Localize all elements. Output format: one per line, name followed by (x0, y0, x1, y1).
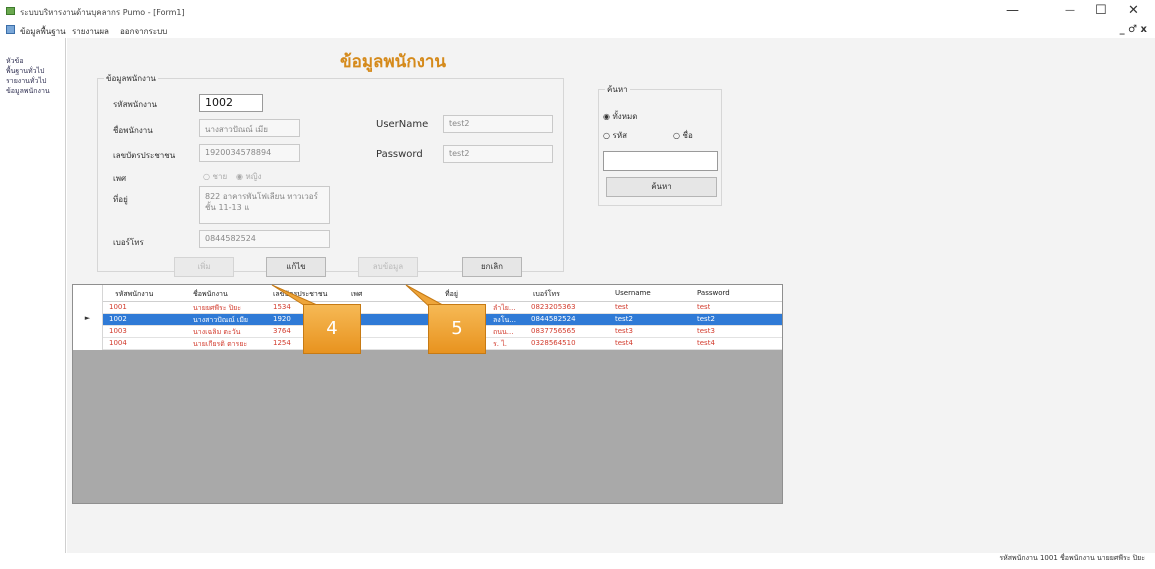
cell-name[interactable]: นายเกียรติ ตารยะ (193, 339, 263, 350)
cell-address[interactable]: ร. ไ. (493, 339, 529, 350)
col-header-phone[interactable]: เบอร์โทร (533, 289, 560, 300)
cell-username[interactable]: test3 (615, 327, 633, 335)
cell-address[interactable]: ลงโน... (493, 315, 529, 326)
gender-female-label: หญิง (245, 172, 262, 181)
cell-phone[interactable]: 0837756565 (531, 327, 576, 335)
app-icon (6, 7, 15, 15)
status-bar (0, 553, 1155, 569)
password-field[interactable]: test2 (443, 145, 553, 163)
search-id-label: รหัส (612, 131, 627, 140)
cell-citizen-id[interactable]: 1920 (273, 315, 303, 323)
cell-citizen-id[interactable]: 3764 (273, 327, 303, 335)
maximize-button[interactable]: ☐ (1095, 3, 1107, 18)
row-header[interactable] (73, 338, 103, 350)
emp-id-field[interactable]: 1002 (199, 94, 263, 112)
password-label: Password (376, 149, 423, 160)
cell-password[interactable]: test2 (697, 315, 715, 323)
cell-address[interactable]: ลำไย... (493, 303, 529, 314)
grid-corner (73, 285, 103, 302)
restore-icon[interactable]: — (1006, 3, 1019, 18)
col-header-username[interactable]: Username (615, 289, 651, 297)
employee-group-legend: ข้อมูลพนักงาน (106, 74, 156, 83)
minimize-button[interactable]: — (1065, 5, 1075, 16)
cell-emp-id[interactable]: 1001 (109, 303, 127, 311)
cancel-button[interactable]: ยกเลิก (462, 257, 522, 277)
cell-emp-id[interactable]: 1002 (109, 315, 127, 323)
name-field[interactable]: นางสาวปัณณ์ เมีย (199, 119, 300, 137)
cell-phone[interactable]: 0328564510 (531, 339, 576, 347)
menu-reports[interactable]: รายงานผล (72, 25, 109, 38)
employee-groupbox: ข้อมูลพนักงาน (97, 72, 564, 272)
cell-citizen-id[interactable]: 1254 (273, 339, 303, 347)
name-label: ชื่อพนักงาน (113, 126, 153, 135)
cell-emp-id[interactable]: 1003 (109, 327, 127, 335)
gender-label: เพศ (113, 174, 127, 183)
window-title: ระบบบริหารงานด้านบุคลากร Pumo - [Form1] (20, 8, 185, 17)
cell-address[interactable]: ถนน... (493, 327, 529, 338)
cell-name[interactable]: นางสาวปัณณ์ เมีย (193, 315, 263, 326)
cell-name[interactable]: นายยศพีระ ปิยะ (193, 303, 263, 314)
phone-field[interactable]: 0844582524 (199, 230, 330, 248)
row-header[interactable] (73, 302, 103, 314)
add-button[interactable]: เพิ่ม (174, 257, 234, 277)
address-label: ที่อยู่ (113, 195, 128, 204)
callout-5: 5 (428, 304, 486, 354)
search-name-label: ชื่อ (682, 131, 693, 140)
row-header-current[interactable]: ► (73, 314, 103, 326)
emp-id-label: รหัสพนักงาน (113, 100, 157, 109)
close-button[interactable]: ✕ (1128, 3, 1139, 18)
row-header[interactable] (73, 326, 103, 338)
col-header-password[interactable]: Password (697, 289, 730, 297)
address-field[interactable]: 822 อาคารพันโฟเลียน ทาวเวอร์ ชั้น 11-13 … (199, 186, 330, 224)
menu-basic-data[interactable]: ข้อมูลพื้นฐาน (20, 25, 66, 38)
search-id-radio[interactable]: ○ รหัส (603, 129, 627, 142)
cell-password[interactable]: test (697, 303, 710, 311)
form-title: ข้อมูลพนักงาน (340, 52, 447, 72)
mdi-child-icon (6, 25, 15, 34)
gender-male-label: ชาย (212, 172, 228, 181)
cell-username[interactable]: test (615, 303, 628, 311)
edit-button[interactable]: แก้ไข (266, 257, 326, 277)
left-panel: หัวข้อ พื้นฐานทั่วไป รายงานทั่วไป ข้อมูล… (0, 38, 66, 553)
search-input[interactable] (603, 151, 718, 171)
col-header-emp-id[interactable]: รหัสพนักงาน (115, 289, 153, 300)
title-bar: ระบบบริหารงานด้านบุคลากร Pumo - [Form1] … (0, 0, 1155, 22)
citizen-id-label: เลขบัตรประชาชน (113, 151, 176, 160)
cell-password[interactable]: test3 (697, 327, 715, 335)
menu-exit[interactable]: ออกจากระบบ (120, 25, 167, 38)
search-group-legend: ค้นหา (607, 85, 628, 94)
search-all-label: ทั้งหมด (612, 112, 638, 121)
search-name-radio[interactable]: ○ ชื่อ (673, 129, 693, 142)
cell-password[interactable]: test4 (697, 339, 715, 347)
cell-phone[interactable]: 0844582524 (531, 315, 576, 323)
col-header-gender[interactable]: เพศ (351, 289, 362, 300)
cell-username[interactable]: test4 (615, 339, 633, 347)
sidebar-item-employee[interactable]: ข้อมูลพนักงาน (6, 86, 50, 97)
status-text: รหัสพนักงาน 1001 ชื่อพนักงาน นายยศพีระ ป… (999, 554, 1145, 562)
gender-female-radio[interactable]: ◉ หญิง (236, 170, 262, 183)
cell-phone[interactable]: 0823205363 (531, 303, 576, 311)
mdi-window-controls[interactable]: _ ♂ x (1120, 24, 1147, 35)
username-field[interactable]: test2 (443, 115, 553, 133)
search-all-radio[interactable]: ◉ ทั้งหมด (603, 110, 637, 123)
delete-button[interactable]: ลบข้อมูล (358, 257, 418, 277)
cell-emp-id[interactable]: 1004 (109, 339, 127, 347)
cell-name[interactable]: นางเฉลิม ตะวัน (193, 327, 263, 338)
username-label: UserName (376, 119, 429, 130)
menu-bar: ข้อมูลพื้นฐาน รายงานผล ออกจากระบบ _ ♂ x (0, 22, 1155, 38)
cell-username[interactable]: test2 (615, 315, 633, 323)
col-header-name[interactable]: ชื่อพนักงาน (193, 289, 228, 300)
gender-male-radio[interactable]: ○ ชาย (203, 170, 227, 183)
phone-label: เบอร์โทร (113, 238, 144, 247)
search-button[interactable]: ค้นหา (606, 177, 717, 197)
citizen-id-field[interactable]: 1920034578894 (199, 144, 300, 162)
callout-4: 4 (303, 304, 361, 354)
